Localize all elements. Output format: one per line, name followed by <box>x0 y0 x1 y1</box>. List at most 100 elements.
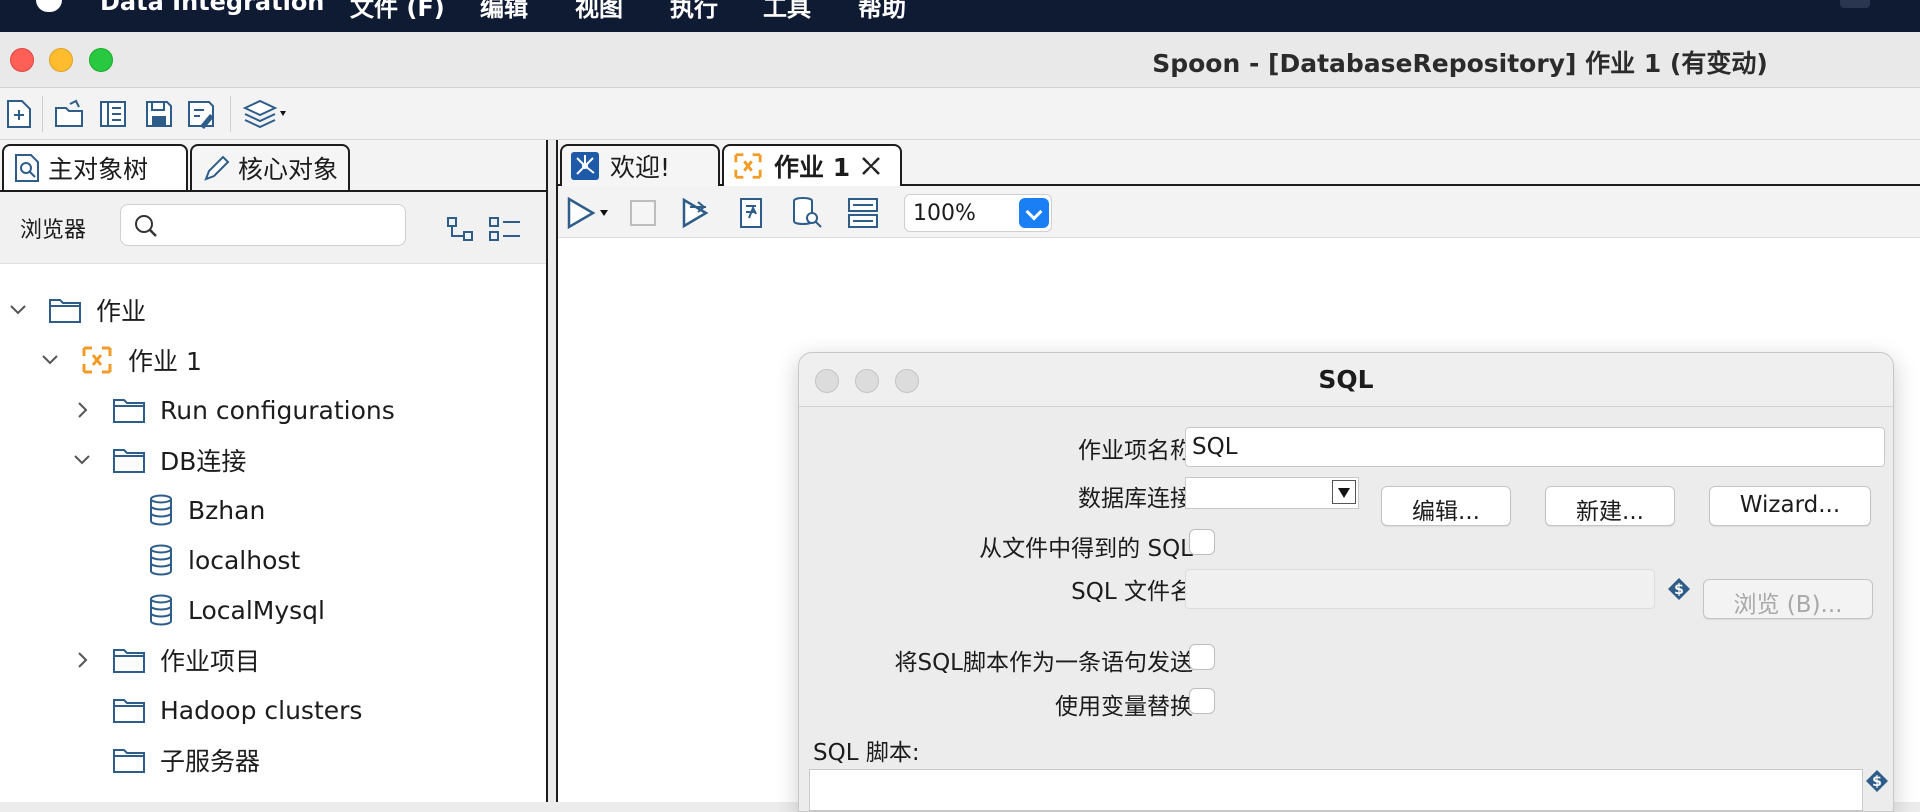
save-icon[interactable] <box>144 98 174 130</box>
main-toolbar <box>0 88 1920 140</box>
maximize-window-button[interactable] <box>89 48 113 72</box>
folder-icon <box>113 399 145 423</box>
tree-item-jobs[interactable]: 作业 <box>8 290 146 330</box>
sql-script-textarea[interactable] <box>809 769 1863 811</box>
tab-main-object-tree-label: 主对象树 <box>48 155 149 184</box>
panel-divider[interactable] <box>546 140 548 802</box>
window-titlebar: Spoon - [DatabaseRepository] 作业 1 (有变动) <box>0 32 1920 88</box>
toolbar-separator <box>230 96 231 132</box>
browse-bar: 浏览器 <box>0 192 548 264</box>
tab-welcome-label: 欢迎! <box>610 153 671 182</box>
menu-help[interactable]: 帮助 <box>858 0 906 23</box>
open-folder-icon[interactable] <box>54 98 84 130</box>
zoom-select[interactable]: 100% <box>904 194 1052 232</box>
menu-tools[interactable]: 工具 <box>763 0 811 23</box>
chevron-down-icon[interactable] <box>8 300 28 320</box>
layers-perspective-icon[interactable] <box>242 98 290 130</box>
variable-substitution-checkbox[interactable] <box>1189 688 1215 714</box>
sql-from-file-checkbox[interactable] <box>1189 529 1215 555</box>
sql-script-label: SQL 脚本: <box>813 740 920 766</box>
toolbar-separator <box>42 96 43 132</box>
menu-view[interactable]: 视图 <box>575 0 623 23</box>
left-panel-tabs: 主对象树 核心对象 <box>0 140 548 192</box>
wizard-button[interactable]: Wizard... <box>1709 486 1871 526</box>
run-icon[interactable] <box>566 196 612 230</box>
browse-label: 浏览器 <box>20 218 87 243</box>
sql-from-file-label: 从文件中得到的 SQL <box>979 536 1193 562</box>
menu-run[interactable]: 执行 <box>670 0 718 23</box>
tree-item-job-1[interactable]: 作业 1 <box>40 340 202 380</box>
close-tab-icon[interactable] <box>860 155 882 177</box>
chevron-right-icon[interactable] <box>72 650 92 670</box>
chevron-down-icon[interactable] <box>72 450 92 470</box>
tree-item-hadoop-clusters[interactable]: Hadoop clusters <box>112 690 362 730</box>
menu-file[interactable]: 文件 (F) <box>350 0 445 23</box>
tab-welcome[interactable]: 欢迎! <box>560 144 720 186</box>
database-icon <box>150 594 172 626</box>
chevron-down-icon[interactable] <box>40 350 60 370</box>
close-window-button[interactable] <box>10 48 34 72</box>
send-as-single-statement-checkbox[interactable] <box>1189 644 1215 670</box>
variable-substitution-label: 使用变量替换 <box>1055 694 1193 720</box>
dialog-titlebar: SQL <box>799 353 1893 407</box>
search-icon <box>135 215 157 237</box>
tree-item-label: Run configurations <box>160 395 395 425</box>
variable-icon[interactable]: $ <box>1667 577 1691 601</box>
tree-search-input[interactable] <box>120 204 406 246</box>
job-entry-name-input[interactable]: SQL <box>1185 427 1885 467</box>
folder-icon <box>113 699 145 723</box>
pencil-icon <box>204 155 230 181</box>
variable-icon[interactable]: $ <box>1865 769 1889 793</box>
db-connection-select[interactable] <box>1185 477 1359 509</box>
collapse-tree-icon[interactable] <box>488 216 522 244</box>
tree-item-label: 作业 1 <box>128 347 202 376</box>
tree-item-db-localhost[interactable]: localhost <box>148 540 300 580</box>
folder-icon <box>49 299 81 323</box>
editor-tabs: 欢迎! 作业 1 <box>558 140 1920 186</box>
explore-repository-icon[interactable] <box>98 98 128 130</box>
stop-icon[interactable] <box>628 196 658 230</box>
chevron-right-icon[interactable] <box>72 400 92 420</box>
dialog-title: SQL <box>1318 365 1374 394</box>
zoom-value: 100% <box>913 201 976 226</box>
apple-icon[interactable] <box>36 0 62 12</box>
replay-icon[interactable] <box>680 196 714 230</box>
tab-job-1[interactable]: 作业 1 <box>722 144 902 186</box>
db-connection-label: 数据库连接 <box>1078 486 1193 512</box>
dropdown-arrow-icon[interactable] <box>1332 480 1356 504</box>
sql-explore-icon[interactable] <box>790 196 824 230</box>
control-center-icon[interactable] <box>1840 0 1870 8</box>
expand-tree-icon[interactable] <box>446 216 476 244</box>
menu-edit[interactable]: 编辑 <box>480 0 528 23</box>
show-results-icon[interactable] <box>846 196 880 230</box>
new-connection-button[interactable]: 新建... <box>1545 486 1675 526</box>
tree-item-db-localmysql[interactable]: LocalMysql <box>148 590 325 630</box>
sql-filename-label: SQL 文件名 <box>1071 579 1193 605</box>
macos-menubar: Data Integration 文件 (F) 编辑 视图 执行 工具 帮助 <box>0 0 1920 32</box>
tree-item-label: 作业项目 <box>160 647 261 676</box>
tree-item-job-entries[interactable]: 作业项目 <box>72 640 260 680</box>
check-job-icon[interactable] <box>736 196 768 230</box>
new-file-icon[interactable] <box>4 98 34 130</box>
app-menu[interactable]: Data Integration <box>100 0 324 16</box>
sql-dialog: SQL 作业项名称 SQL 数据库连接 编辑... 新建... Wizard..… <box>798 352 1894 812</box>
tree-item-label: DB连接 <box>160 447 247 476</box>
tab-main-object-tree[interactable]: 主对象树 <box>2 144 188 190</box>
minimize-window-button[interactable] <box>49 48 73 72</box>
object-tree-icon <box>15 154 39 182</box>
window-title: Spoon - [DatabaseRepository] 作业 1 (有变动) <box>1152 49 1768 78</box>
tree-item-run-configurations[interactable]: Run configurations <box>72 390 395 430</box>
chevron-down-icon[interactable] <box>1019 198 1049 228</box>
tab-job-1-label: 作业 1 <box>774 153 851 182</box>
tree-item-db-bzhan[interactable]: Bzhan <box>148 490 265 530</box>
left-panel: 主对象树 核心对象 浏览器 作业 作业 1 Run configurations… <box>0 140 548 802</box>
tab-core-objects[interactable]: 核心对象 <box>190 144 350 190</box>
browse-button: 浏览 (B)... <box>1703 579 1873 619</box>
edit-connection-button[interactable]: 编辑... <box>1381 486 1511 526</box>
tree-item-label: 作业 <box>96 297 147 326</box>
tree-item-label: Hadoop clusters <box>160 695 363 725</box>
tree-item-slave-servers[interactable]: 子服务器 <box>112 740 260 780</box>
tree-item-db-connections[interactable]: DB连接 <box>72 440 246 480</box>
svg-text:$: $ <box>1872 774 1882 790</box>
save-as-icon[interactable] <box>186 98 216 130</box>
